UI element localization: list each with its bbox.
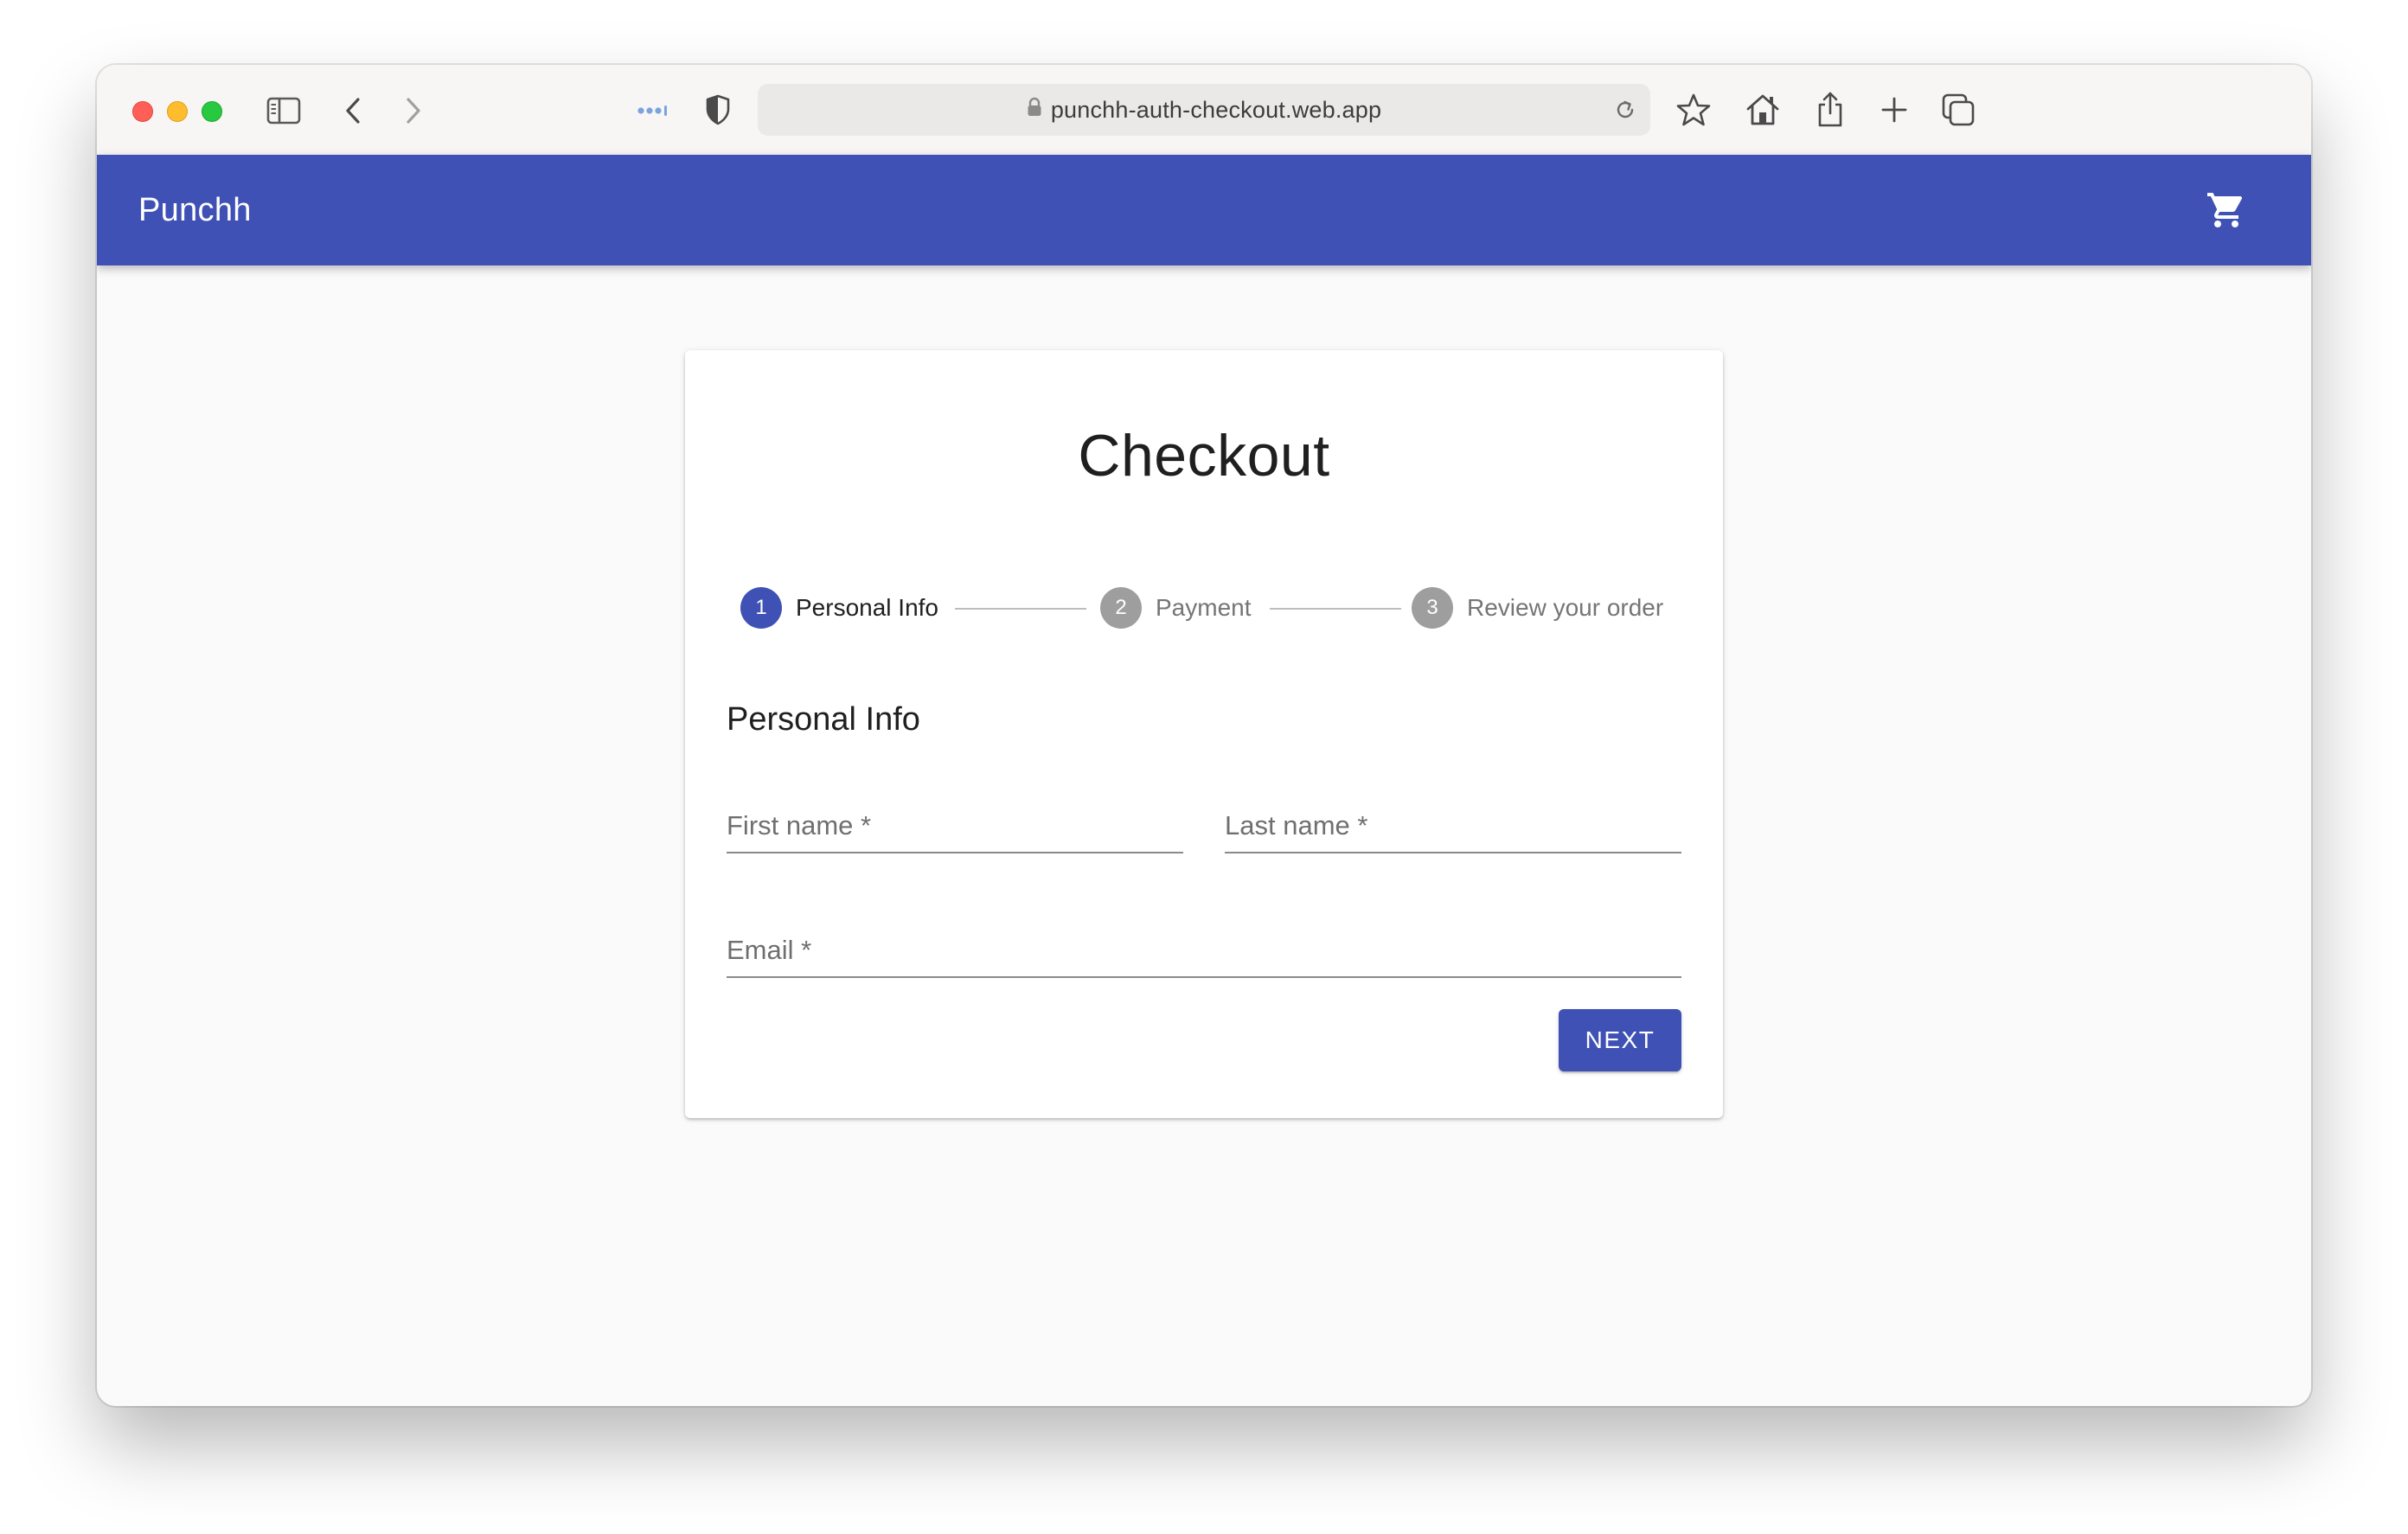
step-connector xyxy=(955,608,1086,610)
shield-icon[interactable] xyxy=(702,93,733,127)
forward-icon[interactable] xyxy=(400,94,427,127)
section-title: Personal Info xyxy=(727,701,920,738)
url-text: punchh-auth-checkout.web.app xyxy=(1050,96,1382,123)
minimize-window-button[interactable] xyxy=(167,101,188,122)
last-name-label: Last name * xyxy=(1225,810,1368,841)
tab-dots-icon[interactable] xyxy=(635,99,673,122)
browser-toolbar: punchh-auth-checkout.web.app xyxy=(97,65,2311,156)
first-name-field[interactable]: First name * xyxy=(727,800,1183,853)
browser-window: punchh-auth-checkout.web.app Punchh Chec… xyxy=(97,65,2311,1406)
step-1-label: Personal Info xyxy=(796,594,938,621)
back-icon[interactable] xyxy=(339,94,367,127)
email-label: Email * xyxy=(727,935,812,965)
shopping-cart-icon[interactable] xyxy=(2206,189,2247,231)
last-name-field[interactable]: Last name * xyxy=(1225,800,1681,853)
home-icon[interactable] xyxy=(1744,91,1782,129)
close-window-button[interactable] xyxy=(132,101,153,122)
share-icon[interactable] xyxy=(1813,89,1848,129)
reload-icon[interactable] xyxy=(1612,97,1638,127)
star-icon[interactable] xyxy=(1675,91,1713,129)
checkout-stepper: 1 Personal Info 2 Payment 3 Review your … xyxy=(740,587,1675,629)
page-title: Checkout xyxy=(1078,423,1330,489)
step-3-label: Review your order xyxy=(1467,594,1664,621)
step-2-icon: 2 xyxy=(1100,587,1142,629)
sidebar-icon[interactable] xyxy=(265,94,303,127)
email-field[interactable]: Email * xyxy=(727,924,1681,978)
step-1-icon: 1 xyxy=(740,587,782,629)
tabs-overview-icon[interactable] xyxy=(1939,91,1977,129)
lock-icon xyxy=(1027,97,1042,124)
step-3-icon: 3 xyxy=(1412,587,1453,629)
next-button[interactable]: NEXT xyxy=(1559,1009,1681,1071)
first-name-label: First name * xyxy=(727,810,872,841)
app-bar: Punchh xyxy=(97,155,2311,265)
plus-icon[interactable] xyxy=(1877,93,1912,127)
address-bar[interactable]: punchh-auth-checkout.web.app xyxy=(758,84,1650,136)
maximize-window-button[interactable] xyxy=(202,101,222,122)
step-2-label: Payment xyxy=(1156,594,1252,621)
checkout-card: Checkout 1 Personal Info 2 Payment 3 Rev… xyxy=(685,350,1723,1118)
app-title: Punchh xyxy=(138,192,252,228)
step-connector xyxy=(1270,608,1401,610)
